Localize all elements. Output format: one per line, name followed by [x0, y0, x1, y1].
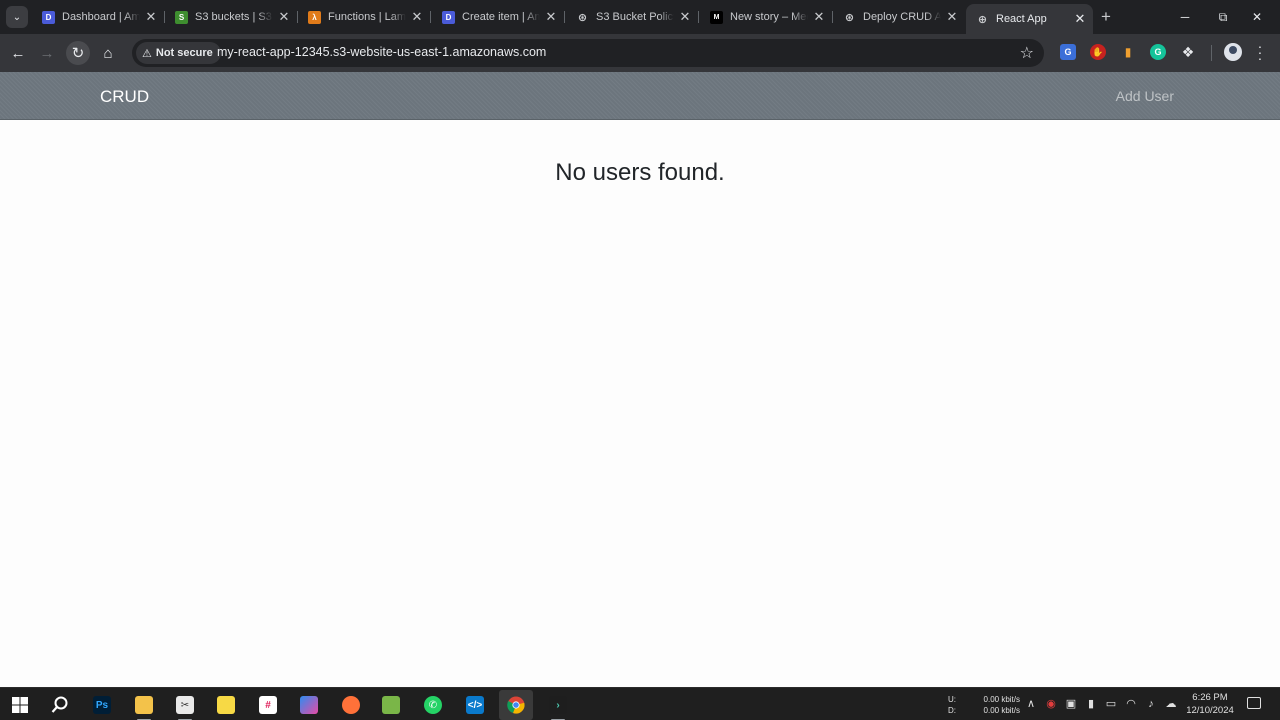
network-speed-meter: U: D: 0.00 kbit/s 0.00 kbit/s — [948, 694, 1020, 716]
tab-medium-new-story[interactable]: M New story – Medium ✕ — [700, 4, 833, 30]
upload-rate: 0.00 kbit/s — [983, 695, 1020, 704]
navbar-brand[interactable]: CRUD — [100, 87, 149, 107]
tab-react-app[interactable]: ⊕ React App ✕ — [966, 4, 1093, 34]
wifi-icon[interactable]: ◠ — [1123, 696, 1139, 712]
tab-title: Dashboard | Amazon DynamoDB — [62, 11, 140, 23]
tab-lambda-functions[interactable]: λ Functions | Lambda ✕ — [298, 4, 431, 30]
close-icon[interactable]: ✕ — [1073, 11, 1087, 27]
dynamodb-icon: D — [42, 10, 55, 24]
security-label: Not secure — [155, 47, 213, 59]
network-rates: 0.00 kbit/s 0.00 kbit/s — [980, 694, 1020, 716]
empty-state-message: No users found. — [555, 159, 725, 186]
home-icon[interactable]: ⌂ — [96, 41, 120, 65]
tab-title: S3 Bucket Policy — [596, 11, 674, 23]
site-security-chip[interactable]: ⚠ Not secure — [136, 42, 221, 64]
tab-title: Create item | Amazon DynamoDB — [462, 11, 540, 23]
firefox-icon[interactable] — [338, 692, 364, 718]
close-icon[interactable]: ✕ — [678, 9, 692, 25]
grammarly-extension-icon[interactable]: G — [1150, 44, 1166, 60]
close-icon[interactable]: ✕ — [945, 9, 959, 25]
windows-start-icon[interactable] — [7, 692, 33, 718]
chrome-icon[interactable] — [499, 690, 533, 720]
onedrive-cloud-icon[interactable]: ☁ — [1163, 696, 1179, 712]
vscode-icon[interactable]: </> — [462, 692, 488, 718]
clock-date: 12/10/2024 — [1186, 705, 1234, 716]
file-explorer-icon[interactable] — [131, 692, 157, 720]
whatsapp-icon[interactable]: ✆ — [420, 692, 446, 718]
s3-icon: S — [175, 10, 188, 24]
browser-menu-icon[interactable]: · · · — [1256, 39, 1264, 65]
download-rate: 0.00 kbit/s — [983, 706, 1020, 715]
close-icon[interactable]: ✕ — [812, 9, 826, 25]
tab-title: Deploy CRUD App — [863, 11, 941, 23]
search-icon[interactable] — [47, 692, 73, 718]
address-bar[interactable]: ⚠ Not secure my-react-app-12345.s3-websi… — [132, 39, 1044, 67]
battery-icon[interactable]: ▭ — [1103, 696, 1119, 712]
record-icon[interactable]: ◉ — [1043, 696, 1059, 712]
extension-icon[interactable]: ▮ — [1120, 44, 1136, 60]
copilot-icon[interactable] — [296, 692, 322, 718]
download-label: D: — [948, 706, 956, 715]
toolbar-divider — [1211, 45, 1212, 61]
tab-title: S3 buckets | S3 | us-east-1 — [195, 11, 273, 23]
photoshop-icon[interactable]: Ps — [89, 692, 115, 718]
url-text[interactable]: my-react-app-12345.s3-website-us-east-1.… — [217, 45, 546, 59]
slack-icon[interactable]: # — [255, 692, 281, 718]
profile-avatar[interactable] — [1224, 43, 1242, 61]
usb-device-icon[interactable]: ▮ — [1083, 696, 1099, 712]
close-icon[interactable]: ✕ — [544, 9, 558, 25]
tab-search-chevron-icon[interactable]: ⌄ — [6, 6, 28, 28]
browser-toolbar: ← → ↻ ⌂ ⚠ Not secure my-react-app-12345.… — [0, 34, 1280, 72]
medium-icon: M — [710, 10, 723, 24]
reload-icon[interactable]: ↻ — [66, 41, 90, 65]
openai-icon: ⊛ — [577, 11, 588, 24]
notepad-icon[interactable] — [378, 692, 404, 718]
upload-label: U: — [948, 695, 956, 704]
translate-extension-icon[interactable]: G — [1060, 44, 1076, 60]
tab-title: React App — [996, 13, 1047, 25]
clock-time: 6:26 PM — [1192, 692, 1228, 703]
adblock-extension-icon[interactable]: ✋ — [1090, 44, 1106, 60]
back-arrow-icon[interactable]: ← — [6, 41, 30, 65]
windows-taskbar: Ps ✂ # ✆ </> › U: D: 0.00 kbit/s 0.00 kb… — [0, 687, 1280, 720]
warning-icon: ⚠ — [142, 47, 152, 60]
tab-dynamodb-dashboard[interactable]: D Dashboard | Amazon DynamoDB ✕ — [32, 4, 165, 30]
show-hidden-icons-chevron-icon[interactable]: ∧ — [1023, 696, 1039, 712]
browser-tab-strip: ⌄ D Dashboard | Amazon DynamoDB ✕ S S3 b… — [0, 0, 1280, 34]
volume-icon[interactable]: ♪ — [1143, 696, 1159, 712]
lambda-icon: λ — [308, 10, 321, 24]
globe-icon: ⊕ — [977, 13, 988, 26]
tab-title: New story – Medium — [730, 11, 808, 23]
openai-icon: ⊛ — [844, 11, 855, 24]
system-clock[interactable]: 6:26 PM 12/10/2024 — [1184, 691, 1236, 717]
terminal-app-icon[interactable]: › — [545, 692, 571, 720]
add-user-link[interactable]: Add User — [1116, 88, 1174, 104]
close-icon[interactable]: ✕ — [277, 9, 291, 25]
dynamodb-icon: D — [442, 10, 455, 24]
tab-deploy-crud-app[interactable]: ⊛ Deploy CRUD App ✕ — [833, 4, 965, 30]
window-close-icon[interactable]: ✕ — [1234, 0, 1280, 34]
new-tab-plus-icon[interactable]: + — [1101, 8, 1111, 25]
bookmark-star-icon[interactable]: ☆ — [1020, 43, 1034, 63]
app-navbar: CRUD Add User — [0, 72, 1280, 120]
forward-arrow-icon[interactable]: → — [35, 41, 59, 65]
snipping-tool-icon[interactable]: ✂ — [172, 692, 198, 720]
tab-s3-buckets[interactable]: S S3 buckets | S3 | us-east-1 ✕ — [165, 4, 298, 30]
close-icon[interactable]: ✕ — [144, 9, 158, 25]
extensions-puzzle-icon[interactable]: ❖ — [1180, 44, 1196, 60]
notification-center-icon[interactable] — [1247, 697, 1261, 709]
sticky-notes-icon[interactable] — [213, 692, 239, 718]
tab-s3-bucket-policy[interactable]: ⊛ S3 Bucket Policy ✕ — [566, 4, 699, 30]
close-icon[interactable]: ✕ — [410, 9, 424, 25]
tab-create-item[interactable]: D Create item | Amazon DynamoDB ✕ — [432, 4, 565, 30]
tab-title: Functions | Lambda — [328, 11, 406, 23]
meet-now-icon[interactable]: ▣ — [1063, 696, 1079, 712]
